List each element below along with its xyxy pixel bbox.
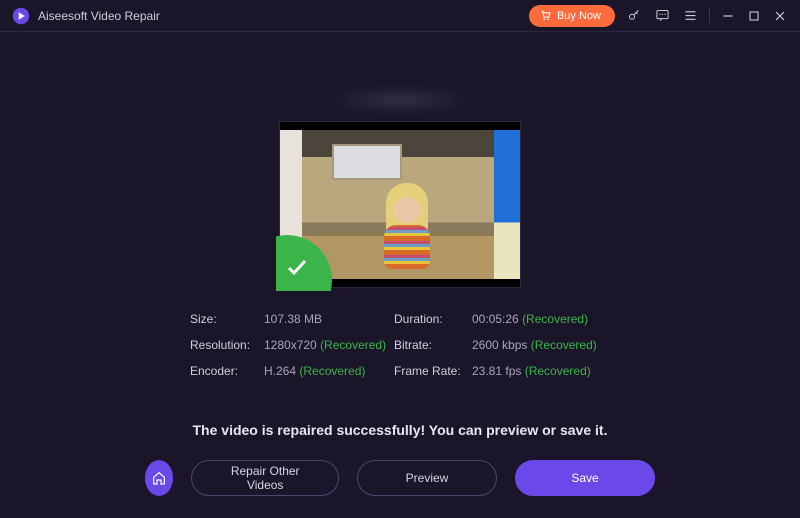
duration-label: Duration: xyxy=(394,312,472,326)
close-button[interactable] xyxy=(772,8,788,24)
framerate-label: Frame Rate: xyxy=(394,364,472,378)
preview-button[interactable]: Preview xyxy=(357,460,497,496)
framerate-value: 23.81 fps (Recovered) xyxy=(472,364,610,378)
size-value: 107.38 MB xyxy=(264,312,394,326)
feedback-icon[interactable] xyxy=(653,7,671,25)
video-thumbnail xyxy=(280,122,520,287)
success-check-icon xyxy=(276,235,332,291)
menu-icon[interactable] xyxy=(681,7,699,25)
cart-icon xyxy=(539,9,552,22)
bitrate-value: 2600 kbps (Recovered) xyxy=(472,338,610,352)
maximize-button[interactable] xyxy=(746,8,762,24)
app-title: Aiseesoft Video Repair xyxy=(38,9,160,23)
size-label: Size: xyxy=(190,312,264,326)
thumbnail-right-pane xyxy=(494,130,520,279)
separator xyxy=(709,8,710,23)
save-button[interactable]: Save xyxy=(515,460,655,496)
app-logo xyxy=(12,7,30,25)
success-message: The video is repaired successfully! You … xyxy=(0,422,800,438)
encoder-value: H.264 (Recovered) xyxy=(264,364,394,378)
key-icon[interactable] xyxy=(625,7,643,25)
duration-value: 00:05:26 (Recovered) xyxy=(472,312,610,326)
buy-now-button[interactable]: Buy Now xyxy=(529,5,615,27)
resolution-label: Resolution: xyxy=(190,338,264,352)
encoder-label: Encoder: xyxy=(190,364,264,378)
minimize-button[interactable] xyxy=(720,8,736,24)
title-bar: Aiseesoft Video Repair Buy Now xyxy=(0,0,800,32)
home-button[interactable] xyxy=(145,460,173,496)
metadata-grid: Size: 107.38 MB Duration: 00:05:26 (Reco… xyxy=(190,312,610,378)
action-bar: Repair Other Videos Preview Save xyxy=(145,460,655,496)
bitrate-label: Bitrate: xyxy=(394,338,472,352)
filename-blurred xyxy=(330,90,470,110)
home-icon xyxy=(151,470,167,486)
resolution-value: 1280x720 (Recovered) xyxy=(264,338,394,352)
repair-other-videos-button[interactable]: Repair Other Videos xyxy=(191,460,339,496)
buy-now-label: Buy Now xyxy=(557,10,601,22)
